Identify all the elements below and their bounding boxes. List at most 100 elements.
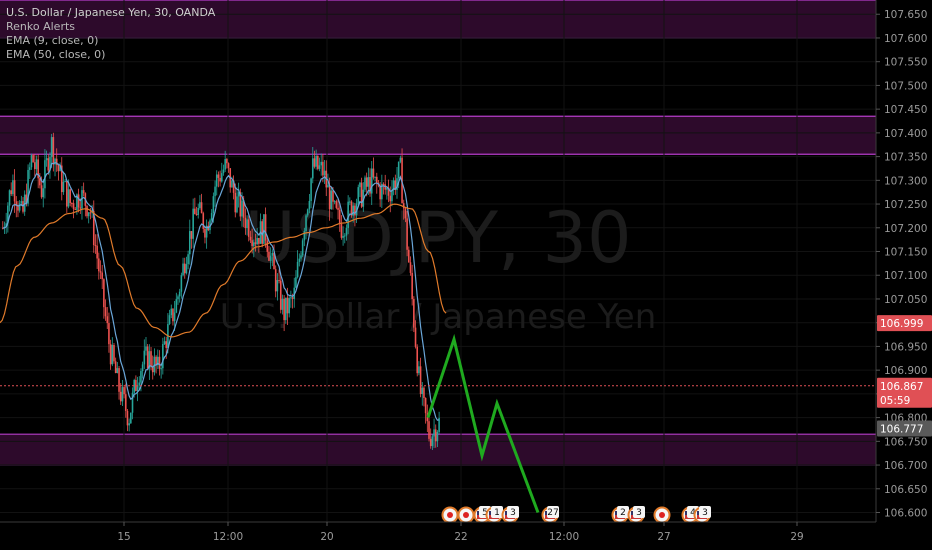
candle-body <box>113 344 115 362</box>
chart-legend: U.S. Dollar / Japanese Yen, 30, OANDA Re… <box>6 6 215 62</box>
us-event-marker[interactable]: 1 <box>485 506 504 524</box>
candle-body <box>234 192 237 213</box>
candle-body <box>126 410 129 426</box>
time-tick-label: 29 <box>790 531 803 543</box>
us-event-marker[interactable]: 2 <box>611 506 630 524</box>
event-count-label: 3 <box>636 508 642 518</box>
candle-body <box>407 249 410 263</box>
jp-event-marker[interactable] <box>457 506 475 524</box>
candle-body <box>192 208 194 239</box>
candle-body <box>108 323 110 345</box>
candle-body <box>227 163 230 169</box>
candle-body <box>79 207 82 209</box>
candle-body <box>82 190 85 194</box>
candle-body <box>219 177 221 182</box>
price-tick-label: 107.300 <box>884 175 927 187</box>
candle-body <box>330 190 333 210</box>
candle-body <box>317 155 319 169</box>
candle-body <box>434 429 437 442</box>
us-event-marker[interactable]: 3 <box>501 506 520 524</box>
candle-body <box>335 201 338 208</box>
candle-body <box>140 371 142 383</box>
candle-body <box>217 174 220 178</box>
indicator-ema-50[interactable]: EMA (50, close, 0) <box>6 48 215 62</box>
candle-body <box>182 263 184 276</box>
candle-body <box>183 263 186 274</box>
candle-body <box>246 219 248 229</box>
jp-event-marker[interactable] <box>653 506 671 524</box>
us-event-marker[interactable]: 27 <box>541 506 560 524</box>
zone-1[interactable] <box>0 116 876 155</box>
candle-body <box>436 431 439 442</box>
candle-body <box>337 207 339 210</box>
candle-body <box>195 214 198 216</box>
candle-body <box>175 299 178 313</box>
candle-body <box>404 208 407 219</box>
price-tick-label: 107.200 <box>884 223 927 235</box>
candle-body <box>215 174 218 187</box>
indicator-ema-9[interactable]: EMA (9, close, 0) <box>6 34 215 48</box>
candle-body <box>247 219 250 237</box>
jp-event-marker[interactable] <box>441 506 459 524</box>
candle-body <box>298 258 301 262</box>
candle-body <box>365 177 368 187</box>
candle-body <box>96 245 98 259</box>
candle-body <box>222 169 225 174</box>
time-tick-label: 12:00 <box>213 531 243 543</box>
candle-body <box>406 218 408 250</box>
price-tag-label: 106.999 <box>880 318 923 330</box>
candle-body <box>99 271 102 273</box>
candle-body <box>423 387 425 398</box>
candle-body <box>256 237 258 245</box>
event-markers: 5 1 3 27 2 3 4 3 <box>441 506 712 524</box>
candle-body <box>333 201 336 203</box>
indicator-renko-alerts[interactable]: Renko Alerts <box>6 20 215 34</box>
price-chart[interactable]: USDJPY, 30 U.S. Dollar / Japanese Yen 51… <box>0 0 932 550</box>
candle-body <box>359 182 361 188</box>
candle-body <box>320 161 322 166</box>
symbol-title[interactable]: U.S. Dollar / Japanese Yen, 30, OANDA <box>6 6 215 20</box>
candle-body <box>32 155 34 163</box>
candle-body <box>367 177 370 187</box>
candle-body <box>226 159 228 164</box>
candle-body <box>288 298 290 314</box>
candle-body <box>62 181 65 193</box>
candle-body <box>145 346 147 351</box>
candle-body <box>286 297 289 314</box>
candle-body <box>429 438 432 447</box>
candle-body <box>74 208 77 210</box>
candle-body <box>352 205 354 216</box>
us-event-marker[interactable]: 3 <box>627 506 646 524</box>
price-tick-label: 107.050 <box>884 294 927 306</box>
projection-path <box>426 333 540 514</box>
price-tick-label: 107.100 <box>884 270 927 282</box>
candle-body <box>418 366 420 374</box>
price-tick-label: 106.600 <box>884 508 927 520</box>
time-tick-label: 15 <box>117 531 130 543</box>
candle-body <box>185 264 188 274</box>
candle-body <box>372 168 375 178</box>
candle-body <box>20 201 23 204</box>
candle-body <box>133 380 135 393</box>
candle-body <box>310 178 312 201</box>
candle-body <box>382 183 385 185</box>
candle-body <box>249 236 252 241</box>
candle-body <box>274 269 277 292</box>
candle-body <box>12 180 14 195</box>
price-tick-label: 107.450 <box>884 104 927 116</box>
us-event-marker[interactable]: 3 <box>693 506 712 524</box>
candle-body <box>308 200 311 210</box>
candle-body <box>136 385 139 392</box>
candle-body <box>364 177 366 190</box>
candle-body <box>212 196 215 213</box>
candle-body <box>180 275 183 292</box>
price-tick-label: 107.350 <box>884 152 927 164</box>
candle-body <box>172 308 174 322</box>
candle-body <box>69 189 71 204</box>
candle-body <box>111 344 114 365</box>
candle-body <box>399 157 402 162</box>
candle-body <box>165 341 168 348</box>
candle-body <box>204 228 206 238</box>
candle-body <box>87 212 90 217</box>
price-tag-label: 106.777 <box>880 424 923 436</box>
